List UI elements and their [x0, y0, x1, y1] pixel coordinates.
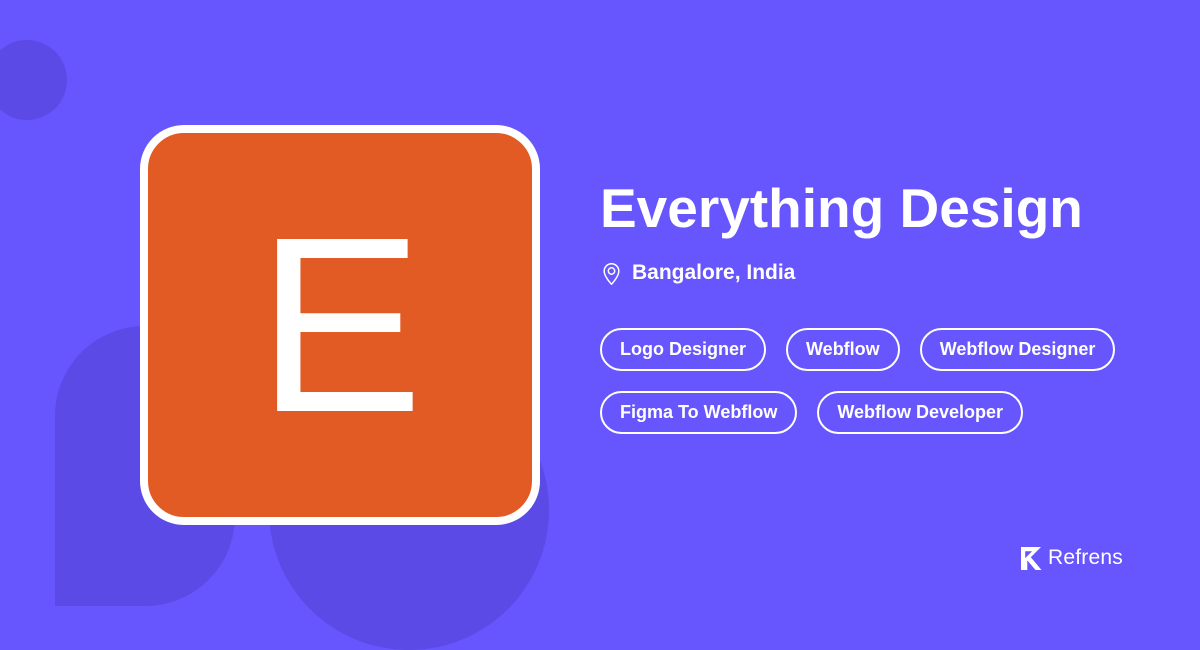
company-location: Bangalore, India	[601, 258, 795, 288]
skill-tag-webflow-developer: Webflow Developer	[817, 391, 1024, 434]
skill-tag-figma-to-webflow: Figma To Webflow	[600, 391, 798, 434]
decorative-circle-small	[0, 40, 67, 120]
location-text: Bangalore, India	[632, 261, 796, 284]
refrens-brand: Refrens	[1019, 543, 1123, 573]
location-pin-icon	[601, 261, 622, 286]
skill-tag-webflow-designer: Webflow Designer	[919, 328, 1116, 371]
skill-tag-logo-designer: Logo Designer	[600, 328, 767, 371]
company-name: Everything Design	[600, 177, 1083, 239]
refrens-logo-icon	[1019, 545, 1043, 572]
company-avatar: E	[140, 125, 540, 525]
brand-name: Refrens	[1048, 546, 1123, 569]
skill-tag-webflow: Webflow	[786, 328, 900, 371]
skill-tags: Logo Designer Webflow Webflow Designer F…	[600, 328, 1140, 434]
avatar-initial: E	[256, 185, 424, 464]
